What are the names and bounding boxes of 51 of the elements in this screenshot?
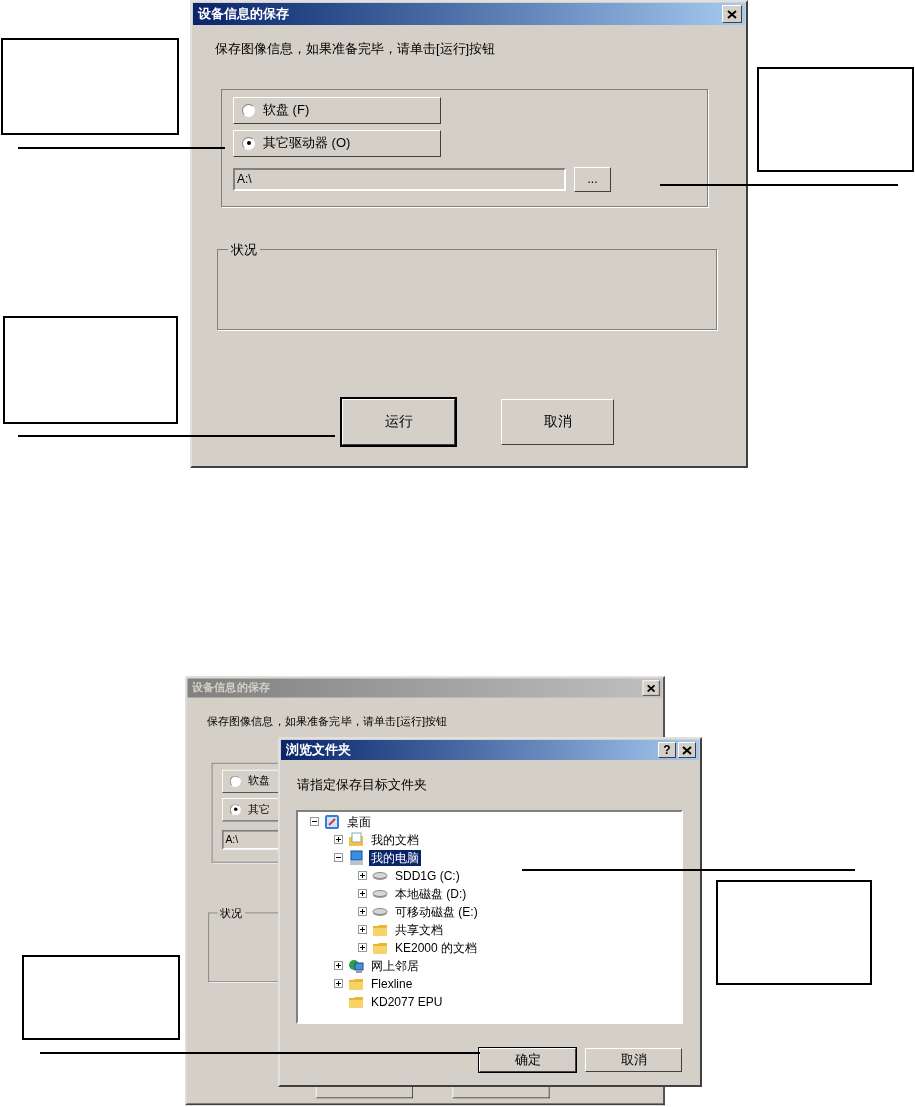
collapse-icon[interactable]	[310, 817, 319, 826]
dialog-button[interactable]: 取消	[501, 398, 614, 445]
radio-icon[interactable]	[229, 803, 241, 815]
close-button[interactable]	[722, 5, 742, 23]
expand-icon[interactable]	[358, 889, 367, 898]
tree-item[interactable]: 网上邻居	[369, 957, 421, 974]
tree-item[interactable]: KD2077 EPU	[369, 993, 445, 1010]
expand-icon[interactable]	[358, 871, 367, 880]
tree-item[interactable]: SDD1G (C:)	[393, 867, 462, 884]
tree-item[interactable]: 我的电脑	[369, 849, 421, 866]
path-field[interactable]: A:\	[233, 167, 566, 191]
network-icon	[348, 957, 364, 974]
radio-icon[interactable]	[242, 103, 255, 117]
radio-icon[interactable]	[242, 136, 255, 150]
dialog-button[interactable]: 确定	[479, 1047, 576, 1072]
tree-item[interactable]: 共享文档	[393, 921, 445, 938]
close-icon	[727, 9, 737, 19]
computer-icon	[348, 849, 364, 866]
close-button[interactable]	[678, 742, 696, 758]
expand-icon[interactable]	[358, 925, 367, 934]
expand-icon[interactable]	[358, 943, 367, 952]
help-button[interactable]: ?	[658, 742, 676, 758]
radio-icon[interactable]	[229, 775, 241, 787]
desktop-icon	[324, 813, 340, 830]
expand-icon[interactable]	[334, 961, 343, 970]
folder-tree[interactable]: 桌面 我的文档 我的电脑 SDD1G (C:) 本地磁盘 (D:) 可移动磁盘 (E:) 共享文档 KE2000 的文档 网上邻居 Flexline KD2077 EPU	[296, 809, 683, 1024]
close-icon	[682, 745, 692, 755]
dialog-button[interactable]: 取消	[585, 1047, 682, 1072]
collapse-icon[interactable]	[334, 853, 343, 862]
tree-item[interactable]: KE2000 的文档	[393, 939, 480, 956]
window-title: 浏览文件夹	[285, 741, 351, 760]
instruction-text: 请指定保存目标文件夹	[297, 776, 428, 794]
instruction-text: 保存图像信息，如果准备完毕，请单击[运行]按钮	[206, 713, 449, 730]
close-button[interactable]	[642, 680, 660, 696]
tree-item[interactable]: 我的文档	[369, 831, 421, 848]
tree-item[interactable]: 本地磁盘 (D:)	[393, 885, 469, 902]
dialog-button[interactable]: 运行	[342, 398, 455, 445]
expand-icon[interactable]	[334, 835, 343, 844]
radio-option[interactable]: 其它驱动器 (O)	[233, 129, 441, 157]
expand-icon[interactable]	[358, 907, 367, 916]
window-title: 设备信息的保存	[190, 680, 271, 697]
close-icon	[646, 684, 656, 692]
documents-folder-icon	[348, 831, 364, 848]
tree-item[interactable]: 可移动磁盘 (E:)	[393, 903, 480, 920]
expand-icon[interactable]	[334, 979, 343, 988]
tree-item[interactable]: Flexline	[369, 975, 415, 992]
browse-button[interactable]: ...	[574, 166, 611, 192]
tree-item[interactable]: 桌面	[345, 813, 373, 830]
instruction-text: 保存图像信息，如果准备完毕，请单击[运行]按钮	[215, 40, 497, 58]
radio-option[interactable]: 软盘 (F)	[233, 96, 441, 124]
window-title: 设备信息的保存	[197, 5, 289, 24]
